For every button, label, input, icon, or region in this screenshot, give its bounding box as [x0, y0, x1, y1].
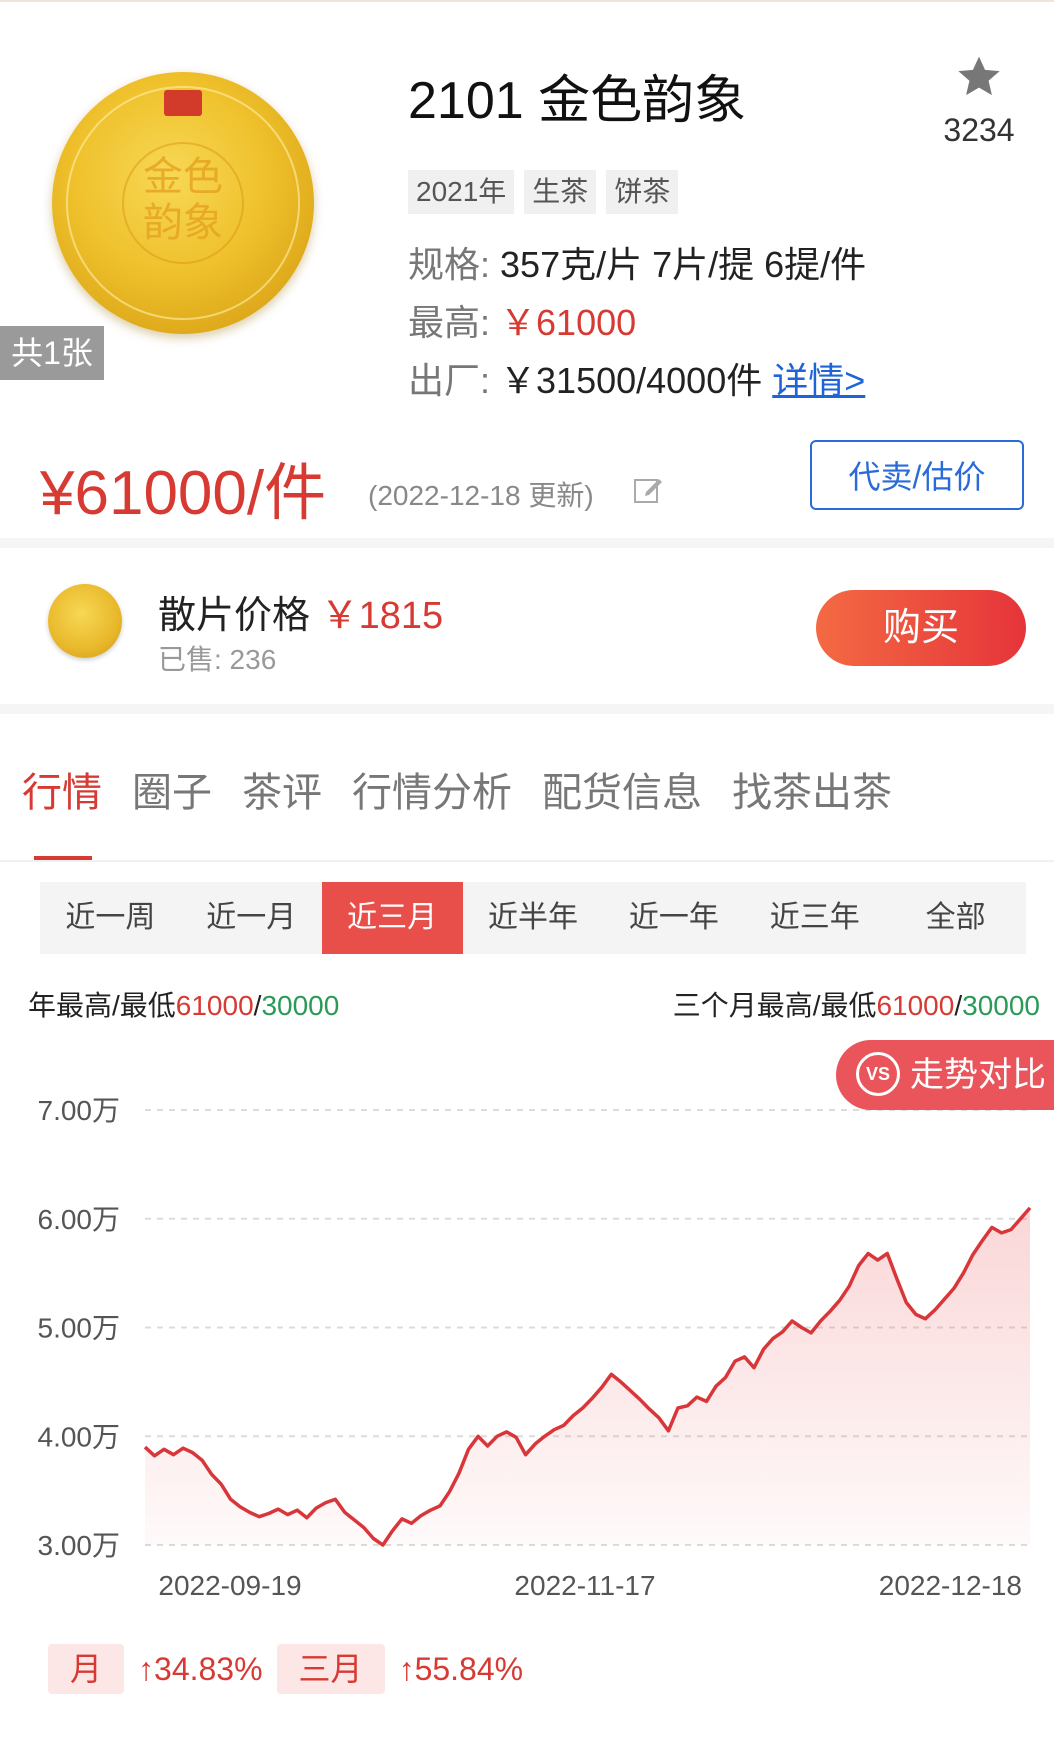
- range-6m[interactable]: 近半年: [463, 882, 604, 954]
- sold-count: 已售: 236: [158, 644, 277, 675]
- buy-button[interactable]: 购买: [816, 590, 1026, 666]
- tag-type: 生茶: [524, 170, 597, 214]
- main-price: ¥61000/件: [40, 459, 327, 528]
- tab-find-tea[interactable]: 找茶出茶: [732, 760, 892, 818]
- three-month-high-value: 61000: [876, 990, 955, 1021]
- x-tick-label: 2022-12-18: [879, 1570, 1022, 1601]
- edit-icon[interactable]: [632, 474, 664, 506]
- max-price-label: 最高:: [408, 302, 491, 343]
- image-count-badge: 共1张: [0, 326, 104, 380]
- range-3m[interactable]: 近三月: [321, 882, 463, 954]
- y-tick-label: 6.00万: [38, 1204, 121, 1235]
- x-tick-label: 2022-09-19: [158, 1570, 301, 1601]
- product-image[interactable]: 金色韵象: [52, 72, 314, 334]
- tab-market[interactable]: 行情: [22, 760, 102, 818]
- factory-price-row: 出厂: ￥31500/4000件 详情>: [408, 352, 865, 404]
- trend-compare-label: 走势对比: [910, 1056, 1046, 1094]
- consign-estimate-button[interactable]: 代卖/估价: [810, 440, 1024, 510]
- three-month-change-label: 三月: [276, 1644, 385, 1694]
- y-tick-label: 5.00万: [38, 1313, 121, 1344]
- year-low-value: 30000: [261, 990, 340, 1021]
- month-change-value: ↑34.83%: [138, 1650, 263, 1687]
- year-high-value: 61000: [175, 990, 254, 1021]
- detail-link[interactable]: 详情>: [772, 360, 865, 401]
- factory-price-value: ￥31500/4000件: [500, 360, 763, 401]
- range-1w[interactable]: 近一周: [40, 882, 181, 954]
- cake-seal-text: 金色韵象: [143, 155, 223, 245]
- max-price-row: 最高: ￥61000: [408, 294, 636, 346]
- tag-year: 2021年: [408, 170, 515, 214]
- three-month-high-low: 三个月最高/最低61000/30000: [673, 984, 1040, 1024]
- vs-icon: VS: [856, 1052, 900, 1097]
- top-divider: [0, 0, 1054, 2]
- change-stats: 月 ↑34.83% 三月 ↑55.84%: [48, 1644, 537, 1694]
- loose-price-row: 散片价格 ￥1815: [158, 584, 443, 639]
- tab-review[interactable]: 茶评: [242, 760, 322, 818]
- spec-row: 规格: 357克/片 7片/提 6提/件: [408, 236, 866, 288]
- y-tick-label: 3.00万: [38, 1530, 121, 1561]
- x-tick-label: 2022-11-17: [514, 1570, 655, 1601]
- tag-list: 2021年 生茶 饼茶: [408, 170, 679, 214]
- trend-compare-button[interactable]: VS 走势对比: [836, 1040, 1054, 1110]
- y-tick-label: 7.00万: [38, 1095, 121, 1126]
- month-change-label: 月: [48, 1644, 125, 1694]
- tab-circle[interactable]: 圈子: [132, 760, 212, 818]
- series-area: [145, 1207, 1030, 1545]
- range-1m[interactable]: 近一月: [181, 882, 322, 954]
- time-range-selector: 近一周 近一月 近三月 近半年 近一年 近三年 全部: [40, 882, 1026, 954]
- spec-value: 357克/片 7片/提 6提/件: [500, 244, 867, 285]
- range-3y[interactable]: 近三年: [744, 882, 885, 954]
- loose-price-label: 散片价格: [158, 595, 311, 637]
- tab-bar: 行情 圈子 茶评 行情分析 配货信息 找茶出茶: [22, 760, 892, 818]
- update-date: (2022-12-18 更新): [368, 480, 594, 511]
- favorite-count: 3234: [943, 112, 1015, 148]
- loose-piece-thumbnail[interactable]: [48, 584, 122, 658]
- loose-price-value: ￥1815: [320, 595, 444, 637]
- three-month-slash: /: [954, 990, 963, 1021]
- factory-price-label: 出厂:: [408, 360, 491, 401]
- max-price-value: ￥61000: [500, 302, 637, 343]
- section-divider: [0, 538, 1054, 548]
- tab-bar-divider: [0, 860, 1054, 862]
- product-title: 2101 金色韵象: [408, 72, 747, 130]
- range-1y[interactable]: 近一年: [603, 882, 744, 954]
- tab-allocation[interactable]: 配货信息: [542, 760, 702, 818]
- range-all[interactable]: 全部: [885, 882, 1026, 954]
- year-high-low: 年最高/最低61000/30000: [28, 984, 339, 1024]
- section-divider: [0, 704, 1054, 714]
- spec-label: 规格:: [408, 244, 491, 285]
- favorite-button[interactable]: 3234: [928, 52, 1030, 149]
- three-month-change-value: ↑55.84%: [398, 1650, 524, 1687]
- year-high-low-label: 年最高/最低: [28, 990, 176, 1021]
- star-icon: [958, 56, 1000, 96]
- three-month-high-low-label: 三个月最高/最低: [672, 990, 877, 1021]
- y-tick-label: 4.00万: [38, 1421, 121, 1452]
- price-trend-chart[interactable]: 7.00万 6.00万 5.00万 4.00万 3.00万 2022-09-19 2022-…: [0, 1090, 1054, 1610]
- brand-logo: [164, 90, 202, 116]
- tag-shape: 饼茶: [606, 170, 679, 214]
- tab-analysis[interactable]: 行情分析: [352, 760, 512, 818]
- three-month-low-value: 30000: [962, 990, 1040, 1021]
